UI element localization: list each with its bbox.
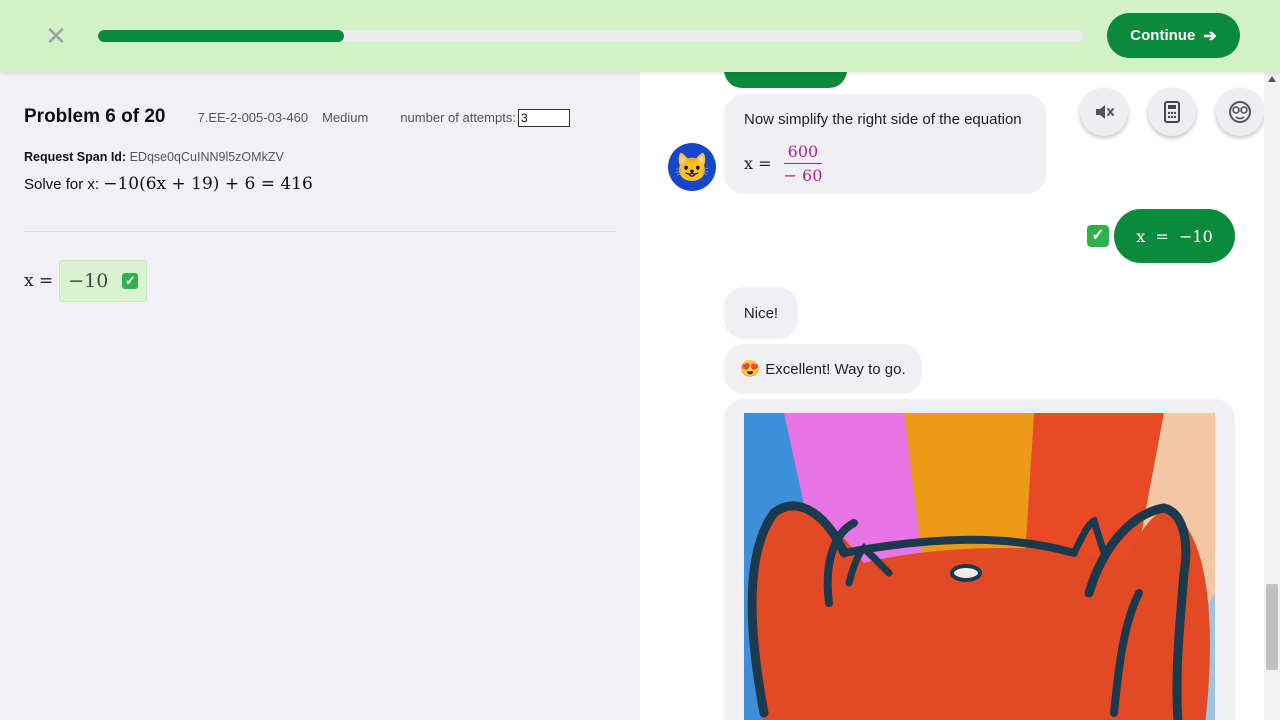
- continue-label: Continue: [1130, 27, 1196, 44]
- heart-eyes-icon: 😍: [740, 361, 761, 378]
- arrow-right-icon: ➔: [1203, 27, 1217, 45]
- calculator-button[interactable]: [1148, 88, 1196, 136]
- check-mark-icon: ✓: [122, 273, 139, 289]
- speaker-muted-icon: [1096, 105, 1114, 119]
- request-span: Request Span Id: EDqse0qCuINN9l5zOMkZV: [24, 150, 284, 164]
- solve-prefix: Solve for x:: [24, 176, 100, 193]
- user-answer-bubble: x = −10: [1114, 209, 1235, 263]
- answer-row: x = −10 ✓: [24, 260, 148, 302]
- check-mark-icon: ✓: [1087, 225, 1109, 247]
- user-answer: x = −10: [1136, 226, 1213, 246]
- equation-display: x = 600 − 60: [744, 142, 822, 185]
- user-bubble-partial: [724, 72, 847, 88]
- cat-illustration: [744, 413, 1215, 720]
- tutor-message: Nice!: [724, 287, 798, 339]
- span-label: Request Span Id:: [24, 150, 127, 164]
- problem-panel: Problem 6 of 20 7.EE-2-005-03-460 Medium…: [0, 72, 640, 720]
- fraction-denominator: − 60: [783, 166, 823, 185]
- answer-lhs: x =: [24, 271, 54, 291]
- divider: [24, 231, 616, 232]
- problem-code: 7.EE-2-005-03-460: [197, 110, 309, 125]
- close-icon[interactable]: ✕: [44, 23, 68, 49]
- excellent-text: Excellent! Way to go.: [765, 360, 906, 378]
- answer-box[interactable]: −10 ✓: [59, 260, 148, 302]
- tutor-message: 😍 Excellent! Way to go.: [724, 344, 922, 394]
- face-icon: [1229, 101, 1251, 123]
- problem-title: Problem 6 of 20: [24, 106, 166, 127]
- solve-prompt: Solve for x: −10(6x + 19) + 6 = 416: [24, 174, 313, 194]
- fraction: 600 − 60: [784, 142, 823, 185]
- mute-button[interactable]: [1080, 88, 1128, 136]
- tutor-message: Now simplify the right side of the equat…: [724, 94, 1046, 194]
- top-bar: ✕ Continue ➔: [0, 0, 1280, 72]
- help-button[interactable]: [1216, 88, 1264, 136]
- attempts-label: number of attempts:: [400, 110, 516, 125]
- scroll-thumb[interactable]: [1266, 584, 1278, 670]
- chat-panel: 😺 Now simplify the right side of the equ…: [640, 72, 1264, 720]
- continue-button[interactable]: Continue ➔: [1107, 13, 1240, 58]
- nice-text: Nice!: [743, 304, 779, 322]
- fraction-numerator: 600: [783, 142, 823, 164]
- scrollbar[interactable]: [1264, 72, 1280, 720]
- tutor-message-text: Now simplify the right side of the equat…: [744, 111, 1022, 128]
- reward-image: [744, 413, 1215, 720]
- cat-face-icon: 😺: [668, 143, 716, 191]
- answer-value: −10: [68, 270, 109, 292]
- equation: −10(6x + 19) + 6 = 416: [103, 174, 313, 194]
- span-id: EDqse0qCuINN9l5zOMkZV: [129, 150, 284, 164]
- scroll-up-icon[interactable]: [1268, 76, 1276, 82]
- difficulty-label: Medium: [322, 110, 369, 125]
- eq-lhs: x =: [744, 154, 772, 173]
- reward-image-card: [724, 399, 1235, 720]
- calculator-icon: [1164, 101, 1180, 123]
- problem-header: Problem 6 of 20 7.EE-2-005-03-460 Medium…: [24, 106, 570, 128]
- progress-fill: [98, 30, 345, 42]
- progress-bar: [98, 30, 1083, 42]
- attempts-input[interactable]: [517, 109, 570, 127]
